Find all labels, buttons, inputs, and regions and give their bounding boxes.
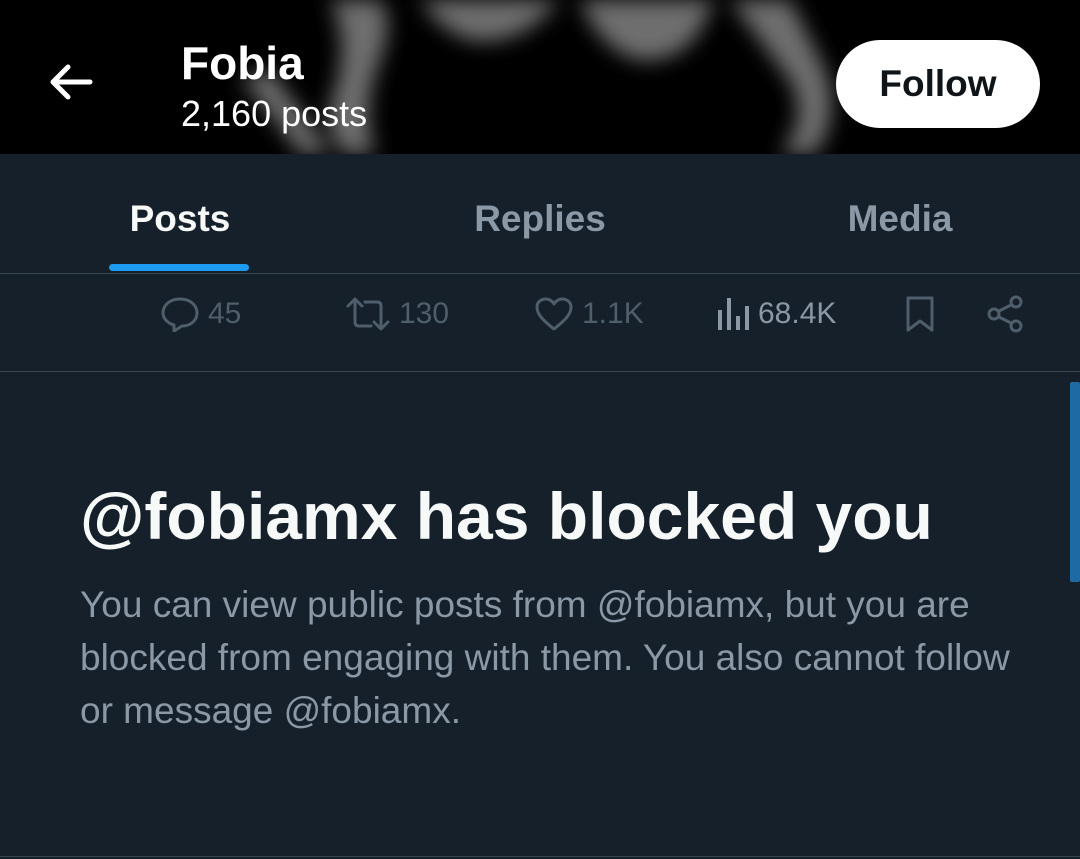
scrollbar-thumb[interactable] [1070, 382, 1080, 582]
profile-title-block: Fobia 2,160 posts [181, 36, 367, 136]
profile-page: Fobia 2,160 posts Follow Posts Replies M… [0, 0, 1080, 859]
divider [0, 856, 1080, 857]
share-action[interactable] [986, 294, 1024, 334]
views-action[interactable]: 68.4K [716, 294, 836, 334]
tab-posts[interactable]: Posts [0, 154, 360, 273]
like-action[interactable]: 1.1K [534, 294, 644, 334]
like-count: 1.1K [582, 297, 644, 330]
repost-count: 130 [399, 297, 450, 330]
profile-tabs: Posts Replies Media [0, 154, 1080, 274]
post-action-bar: 45 130 1.1K 68.4K [0, 274, 1080, 372]
views-count: 68.4K [758, 297, 837, 330]
repost-action[interactable]: 130 [345, 294, 449, 334]
reply-action[interactable]: 45 [160, 294, 241, 334]
back-arrow-icon [50, 64, 93, 100]
bookmark-icon [906, 296, 934, 332]
bookmark-action[interactable] [904, 294, 936, 334]
views-icon [718, 298, 749, 330]
profile-name: Fobia [181, 37, 304, 89]
back-button[interactable] [40, 52, 100, 112]
reply-count: 45 [208, 297, 242, 330]
blocked-description: You can view public posts from @fobiamx,… [80, 584, 1010, 731]
reply-icon [161, 297, 199, 332]
tab-media[interactable]: Media [720, 154, 1080, 273]
repost-icon [346, 297, 390, 331]
tab-replies[interactable]: Replies [360, 154, 720, 273]
share-icon [987, 295, 1023, 333]
active-tab-indicator [109, 264, 249, 271]
profile-header: Fobia 2,160 posts Follow [0, 0, 1080, 154]
post-count: 2,160 posts [181, 93, 368, 134]
blocked-title: @fobiamx has blocked you [80, 479, 933, 553]
follow-button[interactable]: Follow [836, 40, 1040, 128]
like-icon [535, 297, 573, 331]
